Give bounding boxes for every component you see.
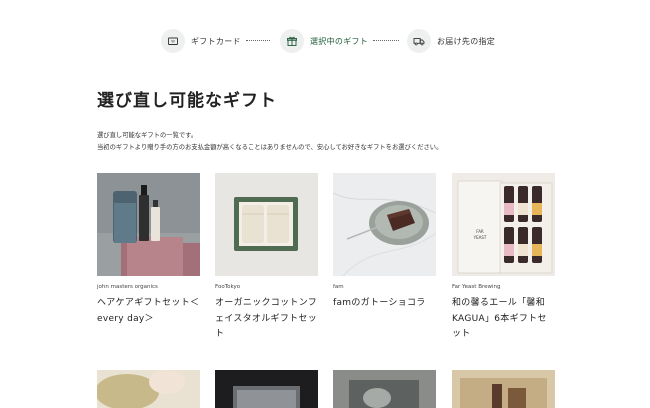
product-image-beer-set: FAR YEAST: [452, 173, 555, 276]
product-name[interactable]: famのガトーショコラ: [333, 296, 436, 312]
product-image: [215, 370, 318, 408]
gift-card-icon: W: [161, 29, 185, 53]
product-image-towel: [215, 173, 318, 276]
product-name[interactable]: 和の馨るエール「馨和 KAGUA」6本ギフトセット: [452, 296, 555, 343]
product-card[interactable]: FAR YEAST Far Yeast Brewing 和の馨るエール「馨和 K…: [452, 173, 555, 343]
step-label: ギフトカード: [191, 36, 241, 46]
progress-stepper: W ギフトカード 選択中のギフト お届け先の指定: [0, 29, 650, 53]
product-card[interactable]: [452, 370, 555, 408]
page-description: 選び直し可能なギフトの一覧です。 当初のギフトより贈り手の方のお支払金額が高くな…: [97, 130, 442, 153]
step-delivery: お届け先の指定: [407, 29, 495, 53]
svg-text:YEAST: YEAST: [473, 235, 487, 240]
step-label: 選択中のギフト: [310, 36, 369, 46]
product-name[interactable]: ヘアケアギフトセット＜every day＞: [97, 296, 200, 327]
product-name[interactable]: オーガニックコットンフェイスタオルギフトセット: [215, 296, 318, 343]
gift-box-icon: [280, 29, 304, 53]
product-card[interactable]: john masters organics ヘアケアギフトセット＜every d…: [97, 173, 200, 327]
product-card[interactable]: fam famのガトーショコラ: [333, 173, 436, 312]
step-connector: [246, 40, 270, 42]
step-gift-card: W ギフトカード: [161, 29, 241, 53]
product-image-haircare: [97, 173, 200, 276]
product-image: [452, 370, 555, 408]
product-image: [333, 370, 436, 408]
step-connector: [373, 40, 399, 42]
product-brand: FooTokyo: [215, 284, 241, 290]
page-title: 選び直し可能なギフト: [97, 91, 277, 111]
product-brand: Far Yeast Brewing: [452, 284, 501, 290]
description-line: 選び直し可能なギフトの一覧です。: [97, 132, 198, 139]
svg-text:FAR: FAR: [476, 229, 484, 234]
product-brand: john masters organics: [97, 284, 158, 290]
truck-icon: [407, 29, 431, 53]
step-selected-gift: 選択中のギフト: [280, 29, 368, 53]
product-brand: fam: [333, 284, 344, 290]
product-image-chocolate-cake: [333, 173, 436, 276]
product-card[interactable]: FooTokyo オーガニックコットンフェイスタオルギフトセット: [215, 173, 318, 343]
product-image: [97, 370, 200, 408]
step-label: お届け先の指定: [437, 36, 496, 46]
svg-text:W: W: [171, 40, 175, 44]
product-card[interactable]: [97, 370, 200, 408]
product-card[interactable]: [215, 370, 318, 408]
product-card[interactable]: [333, 370, 436, 408]
description-line: 当初のギフトより贈り手の方のお支払金額が高くなることはありませんので、安心してお…: [97, 143, 443, 151]
